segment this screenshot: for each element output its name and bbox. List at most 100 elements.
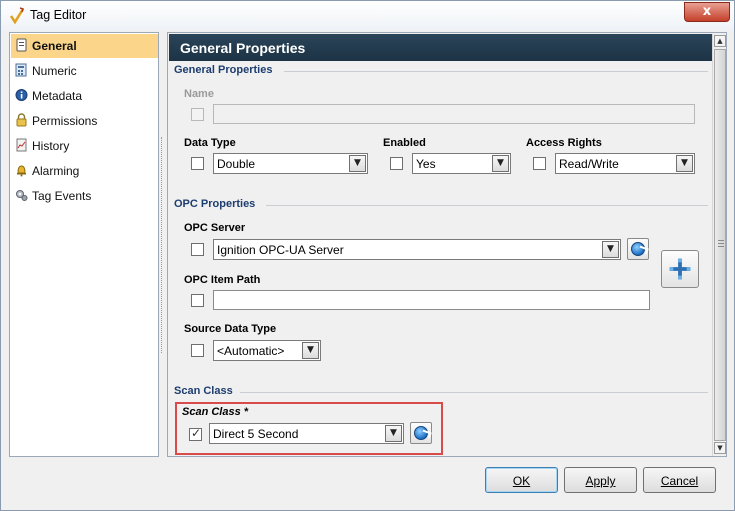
- grip-line: [718, 243, 724, 244]
- section-scan-class: Scan Class: [174, 385, 233, 397]
- sidebar-item-numeric[interactable]: Numeric: [11, 59, 158, 83]
- ok-button[interactable]: OK: [485, 467, 558, 493]
- sidebar-item-alarming[interactable]: Alarming: [11, 159, 158, 183]
- data-type-value: Double: [217, 157, 256, 171]
- sidebar-item-general[interactable]: General: [11, 34, 158, 58]
- history-icon: [16, 138, 27, 152]
- name-label: Name: [184, 88, 214, 100]
- panel-title: General Properties: [180, 40, 306, 56]
- dropdown-arrow[interactable]: ▼: [492, 155, 509, 172]
- chevron-down-icon: ▼: [497, 158, 504, 168]
- access-rights-select[interactable]: Read/Write ▼: [555, 153, 695, 174]
- lock-icon: [16, 113, 27, 127]
- opc-browse-button[interactable]: [661, 250, 699, 288]
- sidebar-item-metadata[interactable]: Metadata: [11, 84, 158, 108]
- scan-class-override-checkbox[interactable]: ✓: [189, 426, 202, 441]
- section-general-properties: General Properties: [174, 64, 273, 76]
- section-divider: [266, 205, 708, 206]
- panel-header: General Properties: [169, 34, 713, 61]
- close-button[interactable]: x: [684, 2, 730, 22]
- opc-item-path-label: OPC Item Path: [184, 274, 261, 286]
- scan-class-select[interactable]: Direct 5 Second ▼: [209, 423, 404, 444]
- globe-refresh-icon: [631, 242, 645, 256]
- ok-label: OK: [512, 474, 531, 488]
- opc-server-label: OPC Server: [184, 222, 246, 234]
- apply-button[interactable]: Apply: [564, 467, 637, 493]
- enabled-value: Yes: [416, 157, 436, 171]
- data-type-select[interactable]: Double ▼: [213, 153, 368, 174]
- opc-server-binding-button[interactable]: [627, 238, 649, 260]
- chevron-down-icon: ▼: [390, 428, 397, 438]
- cancel-label: Cancel: [660, 474, 699, 488]
- gears-icon: [16, 190, 28, 201]
- window-title: Tag Editor: [30, 8, 87, 22]
- enabled-label: Enabled: [383, 137, 426, 149]
- globe-refresh-icon: [414, 426, 428, 440]
- sidebar-item-label: General: [32, 39, 77, 53]
- dropdown-arrow[interactable]: ▼: [302, 342, 319, 359]
- apply-label: Apply: [585, 474, 616, 488]
- dropdown-arrow[interactable]: ▼: [602, 241, 619, 258]
- sidebar-item-history[interactable]: History: [11, 134, 158, 158]
- sidebar-item-permissions[interactable]: Permissions: [11, 109, 158, 133]
- source-data-type-override-checkbox[interactable]: [191, 344, 204, 357]
- scroll-thumb[interactable]: [714, 49, 726, 441]
- chevron-down-icon: ▼: [307, 345, 314, 355]
- vertical-scrollbar[interactable]: ▲ ▼: [712, 34, 726, 456]
- cancel-button[interactable]: Cancel: [643, 467, 716, 493]
- name-field[interactable]: [213, 104, 695, 124]
- source-data-type-select[interactable]: <Automatic> ▼: [213, 340, 321, 361]
- chevron-up-icon: ▲: [717, 37, 723, 45]
- scroll-up-button[interactable]: ▲: [714, 35, 726, 47]
- enabled-select[interactable]: Yes ▼: [412, 153, 511, 174]
- scan-class-value: Direct 5 Second: [213, 427, 299, 441]
- section-divider: [284, 71, 708, 72]
- data-type-override-checkbox[interactable]: [191, 157, 204, 170]
- sidebar-item-tag-events[interactable]: Tag Events: [11, 184, 158, 208]
- scan-class-binding-button[interactable]: [410, 422, 432, 444]
- chevron-down-icon: ▼: [354, 158, 361, 168]
- chevron-down-icon: ▼: [717, 444, 723, 452]
- data-type-label: Data Type: [184, 137, 236, 149]
- chevron-down-icon: ▼: [607, 244, 614, 254]
- chevron-down-icon: ▼: [681, 158, 688, 168]
- bell-icon: [17, 165, 26, 177]
- tag-icon: [16, 38, 27, 52]
- panel-splitter[interactable]: [161, 137, 164, 353]
- close-icon: x: [702, 4, 712, 19]
- grip-line: [718, 246, 724, 247]
- tag-editor-window: Tag Editor x General Numeric Metadata Pe…: [0, 0, 735, 511]
- opc-server-value: Ignition OPC-UA Server: [217, 243, 344, 257]
- sidebar-item-label: Tag Events: [32, 189, 92, 203]
- info-icon: [15, 89, 28, 101]
- scan-class-label: Scan Class *: [182, 406, 249, 418]
- grip-line: [718, 240, 724, 241]
- sidebar-item-label: Numeric: [32, 64, 77, 78]
- dropdown-arrow[interactable]: ▼: [349, 155, 366, 172]
- opc-server-select[interactable]: Ignition OPC-UA Server ▼: [213, 239, 621, 260]
- section-opc-properties: OPC Properties: [174, 198, 256, 210]
- scroll-down-button[interactable]: ▼: [714, 442, 726, 454]
- section-divider: [240, 392, 708, 393]
- tag-editor-icon: [9, 7, 25, 25]
- source-data-type-value: <Automatic>: [217, 344, 285, 358]
- access-rights-value: Read/Write: [559, 157, 619, 171]
- dropdown-arrow[interactable]: ▼: [676, 155, 693, 172]
- properties-panel: General Properties ▲ ▼ General Propertie…: [167, 32, 727, 457]
- sidebar-item-label: Permissions: [32, 114, 98, 128]
- access-rights-label: Access Rights: [526, 137, 602, 149]
- dropdown-arrow[interactable]: ▼: [385, 425, 402, 442]
- opc-item-path-field[interactable]: [213, 290, 650, 310]
- sidebar-item-label: Metadata: [32, 89, 83, 103]
- title-bar: Tag Editor x: [1, 1, 734, 31]
- checkmark-icon: ✓: [191, 426, 202, 440]
- enabled-override-checkbox[interactable]: [390, 157, 403, 170]
- access-rights-override-checkbox[interactable]: [533, 157, 546, 170]
- opc-browse-icon: [669, 258, 691, 280]
- source-data-type-label: Source Data Type: [184, 323, 277, 335]
- sidebar-nav: General Numeric Metadata Permissions His…: [9, 32, 159, 457]
- name-override-checkbox[interactable]: [191, 108, 204, 121]
- sidebar-item-label: History: [32, 139, 70, 153]
- opc-server-override-checkbox[interactable]: [191, 243, 204, 256]
- opc-item-path-override-checkbox[interactable]: [191, 294, 204, 307]
